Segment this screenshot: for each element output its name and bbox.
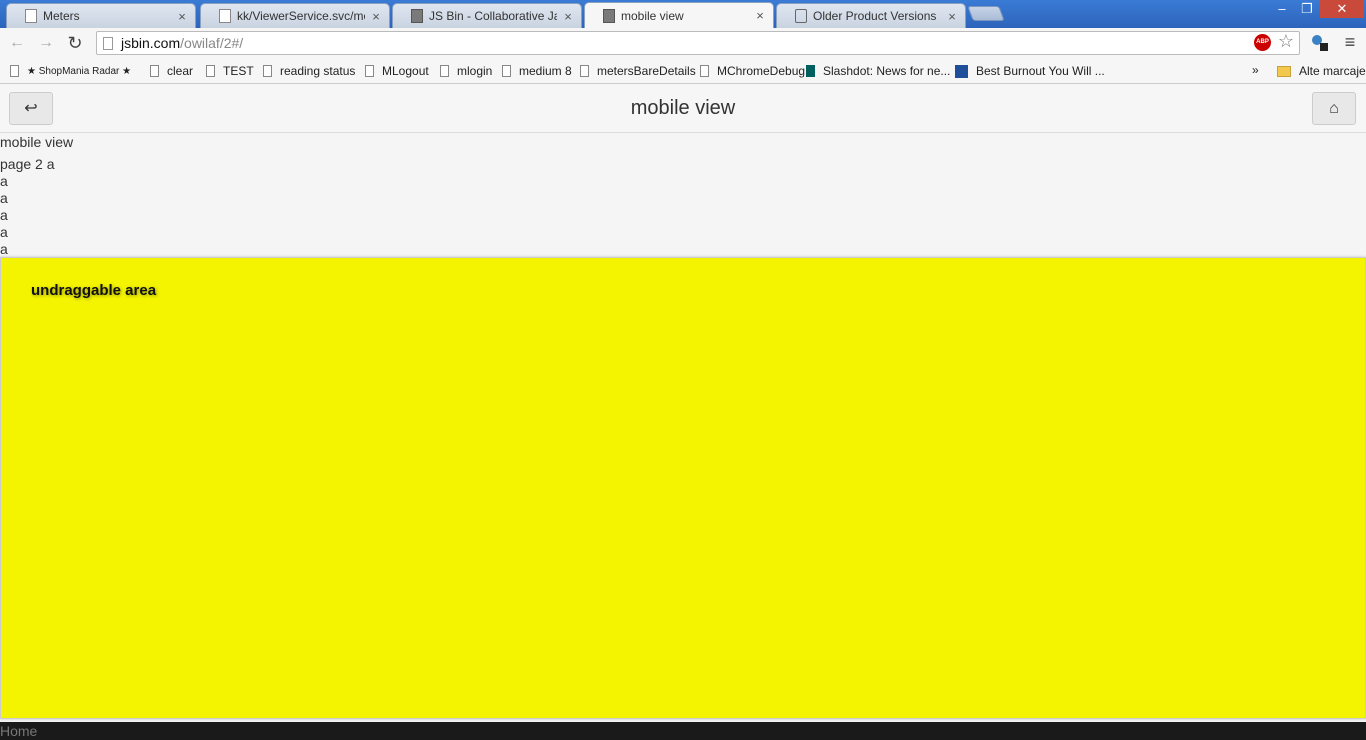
close-icon[interactable]: ×	[561, 9, 575, 24]
tab-title: JS Bin - Collaborative JavaSc	[429, 9, 557, 23]
header-back-button[interactable]: ↩	[9, 92, 53, 125]
page-icon	[103, 36, 113, 50]
page-icon	[206, 65, 215, 77]
tab-jsbin[interactable]: JS Bin - Collaborative JavaSc ×	[392, 3, 582, 28]
footer-home-link[interactable]: Home	[0, 722, 1366, 740]
content-title: mobile view	[0, 134, 74, 150]
page-icon	[150, 65, 159, 77]
bookmarks-overflow-button[interactable]: »	[1252, 63, 1259, 77]
page-icon	[502, 65, 511, 77]
hourglass-icon	[795, 9, 807, 23]
tab-title: Older Product Versions	[813, 9, 937, 23]
page-icon	[263, 65, 272, 77]
bookmark-item[interactable]: MLogout	[365, 62, 429, 80]
page-icon	[219, 9, 231, 23]
browser-toolbar: ← → ↻ jsbin.com/owilaf/2#/ ABP ☆ ≡	[0, 28, 1366, 58]
page-content: mobile view page 2 a a a a a a	[0, 133, 1366, 258]
bookmark-item[interactable]: reading status	[263, 62, 355, 80]
tab-viewer-service[interactable]: kk/ViewerService.svc/meters ×	[200, 3, 390, 28]
close-icon[interactable]: ×	[175, 9, 189, 24]
page-icon	[365, 65, 374, 77]
folder-icon	[1277, 65, 1291, 77]
close-window-button[interactable]: ✕	[1320, 0, 1364, 18]
bookmark-item[interactable]: Best Burnout You Will ...	[955, 62, 1105, 80]
page-icon	[25, 9, 37, 23]
jsbin-icon	[411, 9, 423, 23]
content-text: page 2 a	[0, 156, 55, 172]
other-bookmarks-folder[interactable]: Alte marcaje	[1277, 62, 1366, 80]
menu-icon[interactable]: ≡	[1340, 32, 1360, 54]
header-home-button[interactable]: ⌂	[1312, 92, 1356, 125]
bookmark-item[interactable]: clear	[150, 62, 193, 80]
address-bar[interactable]: jsbin.com/owilaf/2#/	[96, 31, 1300, 55]
close-icon[interactable]: ×	[945, 9, 959, 24]
bookmark-item[interactable]: TEST	[206, 62, 254, 80]
bookmark-item[interactable]: Slashdot: News for ne...	[806, 62, 950, 80]
close-icon[interactable]: ×	[369, 9, 383, 24]
back-button[interactable]: ←	[6, 32, 28, 54]
page-title: mobile view	[630, 97, 736, 119]
jsbin-icon	[603, 8, 615, 23]
url-host: jsbin.com	[121, 35, 181, 51]
page-header: mobile view ↩ ⌂	[0, 85, 1366, 133]
back-arrow-icon: ↩	[24, 100, 38, 117]
bookmarks-bar: ★ ShopMania Radar ★ clear TEST reading s…	[0, 58, 1366, 84]
tab-title: kk/ViewerService.svc/meters	[237, 9, 365, 23]
page-icon	[580, 65, 589, 77]
tab-meters[interactable]: Meters ×	[6, 3, 196, 28]
page-icon	[10, 65, 19, 77]
bookmark-item[interactable]: metersBareDetails	[580, 62, 696, 80]
content-line: a	[0, 224, 8, 240]
home-icon: ⌂	[1329, 100, 1339, 117]
restore-button[interactable]: ❐	[1295, 0, 1319, 18]
undraggable-area[interactable]: undraggable area	[0, 257, 1366, 719]
bookmark-star-icon[interactable]: ☆	[1276, 31, 1296, 53]
tab-older-versions[interactable]: Older Product Versions ×	[776, 3, 966, 28]
content-line: a	[0, 190, 8, 206]
tab-strip: Meters × kk/ViewerService.svc/meters × J…	[0, 0, 1366, 28]
bookmark-item[interactable]: MChromeDebug	[700, 62, 805, 80]
close-icon[interactable]: ×	[753, 8, 767, 23]
page-icon	[700, 65, 709, 77]
bookmark-item[interactable]: ★ ShopMania Radar ★	[10, 62, 131, 80]
slashdot-icon	[806, 65, 815, 77]
minimize-button[interactable]: –	[1270, 0, 1294, 18]
new-tab-button[interactable]	[967, 6, 1005, 21]
tab-title: mobile view	[621, 8, 684, 23]
extension-icon[interactable]	[1310, 33, 1330, 53]
bookmark-item[interactable]: medium 8	[502, 62, 572, 80]
forward-button[interactable]: →	[35, 32, 57, 54]
url-path: /owilaf/2#/	[180, 35, 244, 51]
content-line: a	[0, 173, 8, 189]
adblock-icon[interactable]: ABP	[1254, 34, 1271, 51]
content-line: a	[0, 241, 8, 257]
page-icon	[440, 65, 449, 77]
content-line: a	[0, 207, 8, 223]
reload-button[interactable]: ↻	[64, 32, 86, 54]
k-icon	[955, 64, 968, 78]
undraggable-area-label: undraggable area	[31, 282, 157, 299]
tab-mobile-view[interactable]: mobile view ×	[584, 2, 774, 28]
tab-title: Meters	[43, 9, 80, 23]
bookmark-item[interactable]: mlogin	[440, 62, 492, 80]
